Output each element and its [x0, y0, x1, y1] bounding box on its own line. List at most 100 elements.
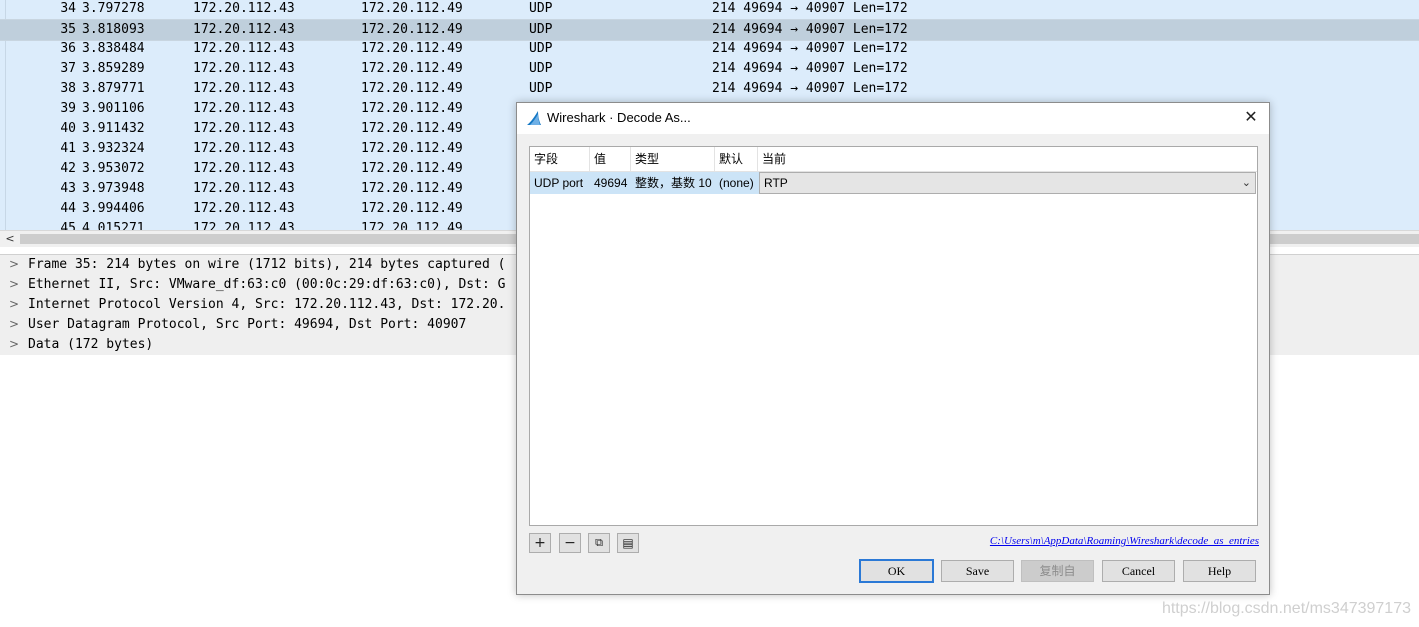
add-entry-button[interactable]: + [529, 533, 551, 553]
packet-time: 3.838484 [82, 41, 145, 56]
packet-destination: 172.20.112.49 [361, 221, 463, 230]
cell-default[interactable]: (none) [715, 172, 759, 194]
packet-destination: 172.20.112.49 [361, 141, 463, 156]
packet-number: 39 [60, 101, 76, 116]
expand-arrow-icon[interactable]: > [9, 335, 19, 354]
packet-destination: 172.20.112.49 [361, 121, 463, 136]
packet-destination: 172.20.112.49 [361, 1, 463, 16]
packet-source: 172.20.112.43 [193, 22, 295, 37]
packet-number: 38 [60, 81, 76, 96]
chevron-down-icon[interactable]: ⌄ [1242, 173, 1251, 193]
current-dissector-select[interactable]: RTP ⌄ [759, 172, 1256, 194]
detail-text: Data (172 bytes) [28, 337, 154, 352]
table-row[interactable]: UDP port 49694 整数，基数 10 (none) RTP ⌄ [530, 172, 1257, 194]
column-header-type[interactable]: 类型 [631, 147, 715, 171]
expand-arrow-icon[interactable]: > [9, 315, 19, 334]
save-button[interactable]: Save [941, 560, 1014, 582]
packet-destination: 172.20.112.49 [361, 181, 463, 196]
detail-text: Frame 35: 214 bytes on wire (1712 bits),… [28, 257, 506, 272]
packet-number: 40 [60, 121, 76, 136]
packet-destination: 172.20.112.49 [361, 61, 463, 76]
dialog-titlebar[interactable]: Wireshark · Decode As... ✕ [517, 103, 1269, 134]
cell-field[interactable]: UDP port [530, 172, 590, 194]
dialog-title: Wireshark · Decode As... [547, 110, 691, 125]
packet-source: 172.20.112.43 [193, 41, 295, 56]
packet-destination: 172.20.112.49 [361, 201, 463, 216]
packet-row[interactable]: 35 3.818093 172.20.112.43 172.20.112.49 UDP 2… [0, 19, 1419, 41]
packet-source: 172.20.112.43 [193, 1, 295, 16]
help-button[interactable]: Help [1183, 560, 1256, 582]
detail-text: User Datagram Protocol, Src Port: 49694,… [28, 317, 467, 332]
packet-destination: 172.20.112.49 [361, 41, 463, 56]
packet-source: 172.20.112.43 [193, 181, 295, 196]
packet-destination: 172.20.112.49 [361, 81, 463, 96]
decode-as-entries-path-link[interactable]: C:\Users\m\AppData\Roaming\Wireshark\dec… [990, 535, 1259, 547]
packet-number: 45 [60, 221, 76, 230]
ok-button[interactable]: OK [859, 559, 934, 583]
packet-number: 44 [60, 201, 76, 216]
copy-entry-button[interactable]: ⧉ [588, 533, 610, 553]
packet-source: 172.20.112.43 [193, 61, 295, 76]
packet-destination: 172.20.112.49 [361, 22, 463, 37]
packet-source: 172.20.112.43 [193, 141, 295, 156]
packet-time: 3.973948 [82, 181, 145, 196]
packet-source: 172.20.112.43 [193, 81, 295, 96]
packet-time: 3.901106 [82, 101, 145, 116]
packet-time: 4.015271 [82, 221, 145, 230]
decode-as-table[interactable]: 字段 值 类型 默认 当前 UDP port 49694 整数，基数 10 (n… [529, 146, 1258, 526]
expand-arrow-icon[interactable]: > [9, 275, 19, 294]
packet-info: 214 49694 → 40907 Len=172 [712, 22, 908, 37]
packet-time: 3.797278 [82, 1, 145, 16]
wireshark-fin-icon [527, 111, 541, 125]
packet-number: 43 [60, 181, 76, 196]
column-header-default[interactable]: 默认 [715, 147, 758, 171]
remove-entry-button[interactable]: − [559, 533, 581, 553]
packet-protocol: UDP [529, 61, 553, 76]
packet-row[interactable]: 38 3.879771 172.20.112.43 172.20.112.49 UDP 2… [0, 79, 1419, 99]
packet-time: 3.911432 [82, 121, 145, 136]
packet-source: 172.20.112.43 [193, 121, 295, 136]
expand-arrow-icon[interactable]: > [9, 255, 19, 274]
clear-entries-button[interactable]: ▤ [617, 533, 639, 553]
packet-time: 3.859289 [82, 61, 145, 76]
packet-source: 172.20.112.43 [193, 221, 295, 230]
cancel-button[interactable]: Cancel [1102, 560, 1175, 582]
packet-info: 214 49694 → 40907 Len=172 [712, 1, 908, 16]
packet-destination: 172.20.112.49 [361, 161, 463, 176]
column-header-field[interactable]: 字段 [530, 147, 590, 171]
decode-as-dialog: Wireshark · Decode As... ✕ 字段 值 类型 默认 当前… [516, 102, 1270, 595]
detail-text: Ethernet II, Src: VMware_df:63:c0 (00:0c… [28, 277, 506, 292]
packet-protocol: UDP [529, 1, 553, 16]
packet-row[interactable]: 37 3.859289 172.20.112.43 172.20.112.49 UDP 2… [0, 59, 1419, 79]
packet-source: 172.20.112.43 [193, 101, 295, 116]
current-dissector-value: RTP [764, 176, 788, 190]
watermark: https://blog.csdn.net/ms347397173 [1161, 600, 1411, 617]
packet-number: 42 [60, 161, 76, 176]
packet-time: 3.818093 [82, 22, 145, 37]
packet-number: 35 [60, 22, 76, 37]
packet-time: 3.994406 [82, 201, 145, 216]
table-header: 字段 值 类型 默认 当前 [530, 147, 1257, 172]
packet-number: 37 [60, 61, 76, 76]
packet-info: 214 49694 → 40907 Len=172 [712, 61, 908, 76]
packet-time: 3.953072 [82, 161, 145, 176]
packet-row[interactable]: 34 3.797278 172.20.112.43 172.20.112.49 UDP 2… [0, 0, 1419, 19]
packet-destination: 172.20.112.49 [361, 101, 463, 116]
column-header-current[interactable]: 当前 [758, 147, 1257, 171]
cell-value[interactable]: 49694 [590, 172, 631, 194]
scroll-left-arrow-icon[interactable]: < [3, 231, 17, 247]
column-header-value[interactable]: 值 [590, 147, 631, 171]
packet-time: 3.879771 [82, 81, 145, 96]
packet-source: 172.20.112.43 [193, 161, 295, 176]
packet-number: 36 [60, 41, 76, 56]
expand-arrow-icon[interactable]: > [9, 295, 19, 314]
close-icon[interactable]: ✕ [1241, 108, 1261, 128]
packet-protocol: UDP [529, 22, 553, 37]
packet-info: 214 49694 → 40907 Len=172 [712, 41, 908, 56]
packet-number: 41 [60, 141, 76, 156]
packet-row[interactable]: 36 3.838484 172.20.112.43 172.20.112.49 UDP 2… [0, 39, 1419, 59]
packet-source: 172.20.112.43 [193, 201, 295, 216]
packet-number: 34 [60, 1, 76, 16]
cell-type[interactable]: 整数，基数 10 [631, 172, 715, 194]
packet-protocol: UDP [529, 81, 553, 96]
